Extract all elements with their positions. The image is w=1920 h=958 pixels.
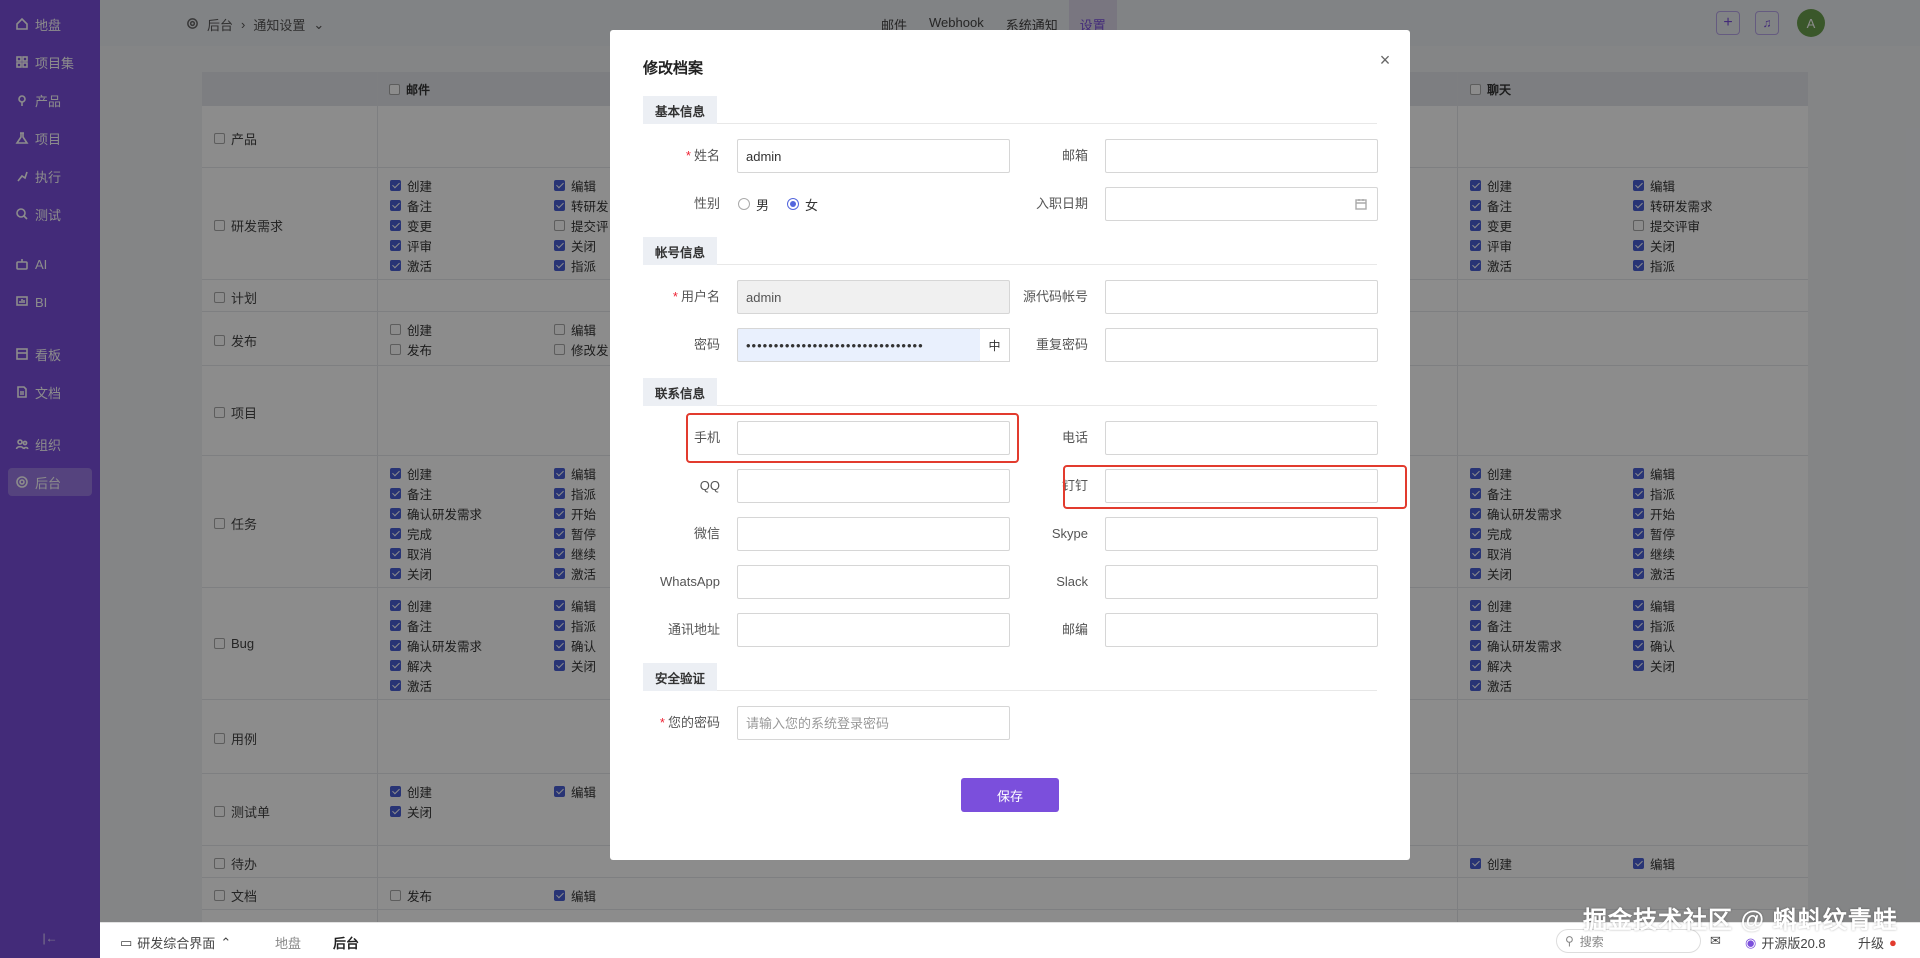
- password-label: 密码: [693, 337, 720, 352]
- version-badge[interactable]: ◉ 开源版20.8: [1745, 933, 1826, 952]
- skype-label: Skype: [1051, 526, 1088, 541]
- slack-input[interactable]: [1105, 565, 1378, 599]
- highlight-dingding: [1063, 465, 1407, 509]
- message-icon[interactable]: ✉: [1710, 933, 1721, 949]
- upgrade-button[interactable]: 升级 ●: [1858, 933, 1897, 952]
- name-input[interactable]: [737, 139, 1010, 173]
- repeat-password-label: 重复密码: [1035, 337, 1088, 352]
- join-date-input[interactable]: [1105, 187, 1378, 221]
- bottom-crumb-admin[interactable]: 后台: [333, 933, 359, 952]
- app-switch-button[interactable]: ▭ 研发综合界面 ⌃: [120, 933, 231, 952]
- whatsapp-label: WhatsApp: [660, 574, 720, 589]
- address-label: 通讯地址: [667, 622, 720, 637]
- wechat-label: 微信: [693, 526, 720, 541]
- zipcode-input[interactable]: [1105, 613, 1378, 647]
- email-label: 邮箱: [1061, 148, 1088, 163]
- calendar-icon[interactable]: [1354, 197, 1368, 211]
- repeat-password-input[interactable]: [1105, 328, 1378, 362]
- alert-icon: ●: [1889, 935, 1897, 950]
- wechat-input[interactable]: [737, 517, 1010, 551]
- join-date-label: 入职日期: [1035, 196, 1088, 211]
- section-account: 帐号信息: [643, 237, 1377, 265]
- username-input: [737, 280, 1010, 314]
- chevron-up-icon: ⌃: [220, 934, 232, 950]
- username-label: * 用户名: [672, 289, 720, 304]
- password-input[interactable]: [737, 328, 981, 362]
- save-button[interactable]: 保存: [961, 778, 1059, 812]
- edit-profile-modal: 修改档案 × 基本信息 *姓名 邮箱 性别 男 女 入职日期 帐号信息 *用户名…: [610, 30, 1410, 860]
- gender-label: 性别: [693, 196, 720, 211]
- scm-account-input[interactable]: [1105, 280, 1378, 314]
- search-icon: ⚲: [1565, 934, 1574, 948]
- address-input[interactable]: [737, 613, 1010, 647]
- zipcode-label: 邮编: [1061, 622, 1088, 637]
- logo-icon: ◉: [1745, 934, 1757, 950]
- monitor-icon: ▭: [120, 934, 133, 950]
- qq-input[interactable]: [737, 469, 1010, 503]
- gender-female-radio[interactable]: 女: [787, 187, 818, 221]
- section-basic: 基本信息: [643, 96, 1377, 124]
- watermark: 掘金技术社区 @ 蝌蚪纹青蛙: [1583, 907, 1898, 934]
- section-security: 安全验证: [643, 663, 1377, 691]
- skype-input[interactable]: [1105, 517, 1378, 551]
- gender-male-radio[interactable]: 男: [738, 187, 769, 221]
- bottom-crumb-dashboard[interactable]: 地盘: [275, 933, 301, 952]
- close-icon[interactable]: ×: [1375, 50, 1395, 70]
- highlight-mobile: [686, 413, 1019, 463]
- qq-label: QQ: [699, 478, 720, 493]
- email-input[interactable]: [1105, 139, 1378, 173]
- name-label: * 姓名: [685, 148, 720, 163]
- verify-password-label: * 您的密码: [659, 715, 720, 730]
- verify-password-input[interactable]: [737, 706, 1010, 740]
- slack-label: Slack: [1056, 574, 1088, 589]
- scm-account-label: 源代码帐号: [1022, 289, 1088, 304]
- phone-input[interactable]: [1105, 421, 1378, 455]
- whatsapp-input[interactable]: [737, 565, 1010, 599]
- section-contact: 联系信息: [643, 378, 1377, 406]
- modal-title: 修改档案: [643, 60, 704, 77]
